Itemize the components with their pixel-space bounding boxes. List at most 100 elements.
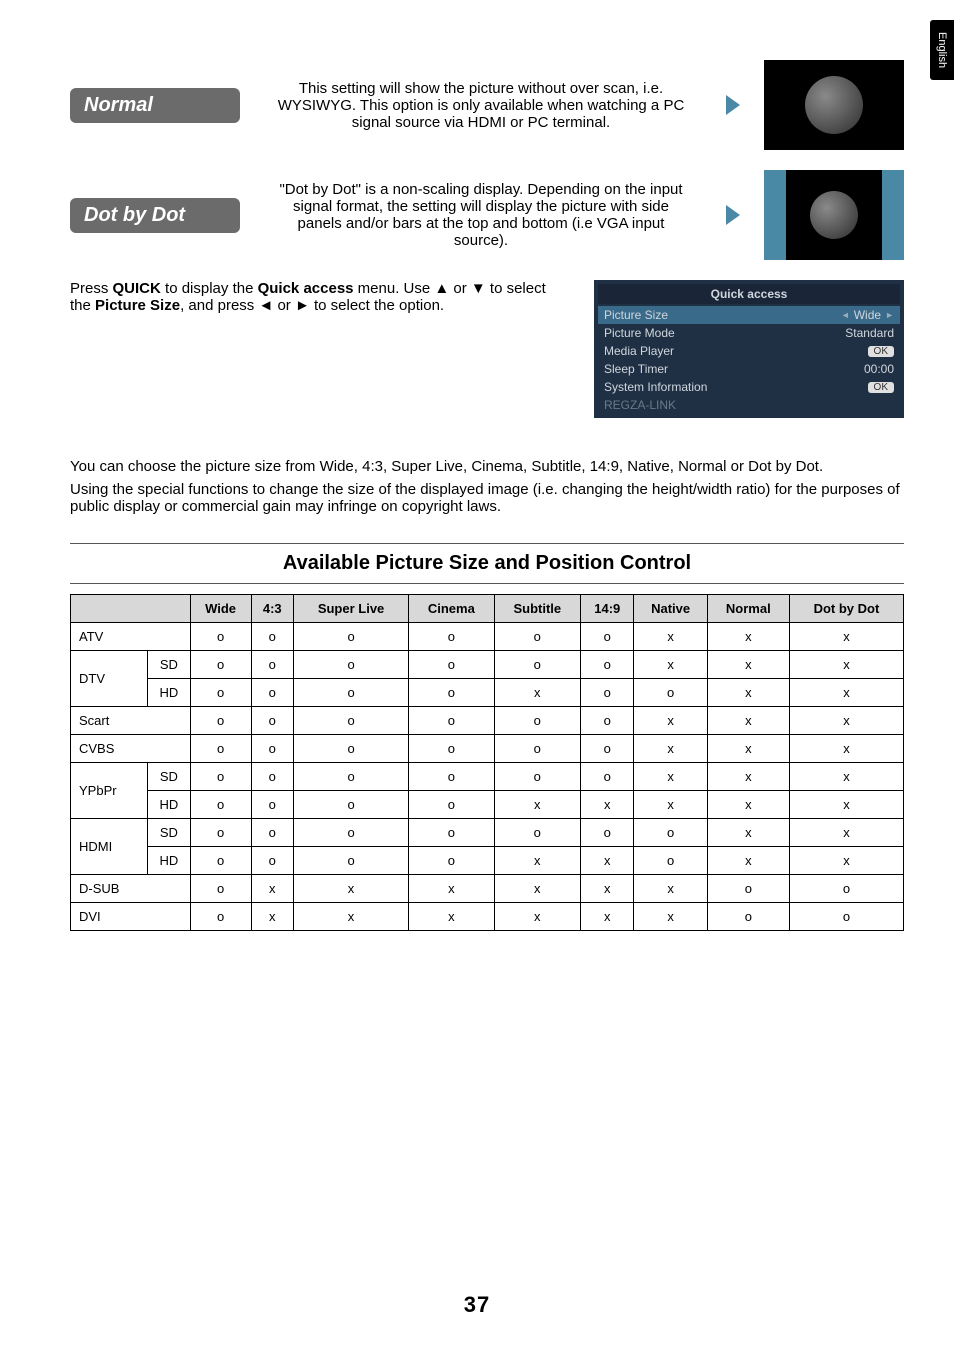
text-bold: Quick access: [258, 280, 354, 297]
cell: o: [293, 819, 408, 847]
cell: o: [494, 763, 580, 791]
page-content: Normal This setting will show the pictur…: [0, 0, 954, 951]
cell: x: [707, 623, 789, 651]
text-frag: to display the: [161, 280, 258, 297]
cell: x: [707, 847, 789, 875]
cell: o: [293, 735, 408, 763]
row-value: 00:00: [864, 362, 894, 376]
panel-row-picture-mode[interactable]: Picture Mode Standard: [598, 324, 900, 342]
ball-icon: [810, 191, 858, 239]
row-label: DTV: [71, 651, 148, 707]
panel-row-sleep-timer[interactable]: Sleep Timer 00:00: [598, 360, 900, 378]
cell: o: [409, 707, 494, 735]
cell: x: [634, 735, 707, 763]
cell: o: [293, 763, 408, 791]
cell: o: [634, 847, 707, 875]
text-frag: , and press ◄ or ► to select the option.: [180, 297, 444, 314]
cell: x: [707, 735, 789, 763]
side-bar-left: [764, 170, 786, 260]
cell: o: [409, 623, 494, 651]
cell: o: [581, 623, 634, 651]
mode-desc-normal: This setting will show the picture witho…: [260, 80, 702, 131]
cell: o: [494, 651, 580, 679]
mode-desc-dotbydot: "Dot by Dot" is a non-scaling display. D…: [260, 181, 702, 249]
th: 4:3: [251, 595, 293, 623]
cell: x: [293, 875, 408, 903]
row-label: Media Player: [604, 344, 674, 358]
row-sublabel: SD: [148, 819, 190, 847]
cell: o: [581, 651, 634, 679]
cell: o: [190, 763, 251, 791]
quick-access-panel: Quick access Picture Size ◄ Wide ► Pictu…: [594, 280, 904, 418]
cell: o: [190, 875, 251, 903]
row-label: YPbPr: [71, 763, 148, 819]
th: 14:9: [581, 595, 634, 623]
ok-badge: OK: [868, 382, 894, 393]
cell: o: [494, 735, 580, 763]
row-label: REGZA-LINK: [604, 398, 676, 412]
panel-title: Quick access: [598, 284, 900, 304]
cell: x: [789, 679, 903, 707]
preview-normal: [764, 60, 904, 150]
cell: x: [494, 903, 580, 931]
arrow-icon: [726, 95, 740, 115]
ok-badge: OK: [868, 346, 894, 357]
row-value: Standard: [845, 326, 894, 340]
panel-row-system-info[interactable]: System Information OK: [598, 378, 900, 396]
cell: x: [494, 679, 580, 707]
row-label: Sleep Timer: [604, 362, 668, 376]
language-tab: English: [930, 20, 954, 80]
cell: o: [293, 679, 408, 707]
cell: x: [707, 651, 789, 679]
row-label: HDMI: [71, 819, 148, 875]
panel-row-picture-size[interactable]: Picture Size ◄ Wide ►: [598, 306, 900, 324]
row-sublabel: SD: [148, 763, 190, 791]
quick-access-section: Press QUICK to display the Quick access …: [70, 280, 904, 418]
cell: x: [789, 707, 903, 735]
row-sublabel: SD: [148, 651, 190, 679]
cell: o: [634, 679, 707, 707]
cell: x: [494, 875, 580, 903]
cell: o: [581, 679, 634, 707]
cell: x: [789, 763, 903, 791]
row-sublabel: HD: [148, 679, 190, 707]
mode-row-dotbydot: Dot by Dot "Dot by Dot" is a non-scaling…: [70, 170, 904, 260]
cell: o: [707, 875, 789, 903]
cell: o: [190, 847, 251, 875]
cell: o: [581, 735, 634, 763]
table-row: YPbPrSDooooooxxx: [71, 763, 904, 791]
row-value: Wide: [854, 308, 881, 322]
mode-label-normal: Normal: [70, 88, 240, 123]
mode-label-dotbydot: Dot by Dot: [70, 198, 240, 233]
cell: o: [707, 903, 789, 931]
cell: o: [190, 819, 251, 847]
cell: x: [634, 903, 707, 931]
cell: x: [581, 791, 634, 819]
row-label: Picture Mode: [604, 326, 675, 340]
cell: o: [251, 791, 293, 819]
cell: o: [409, 679, 494, 707]
cell: o: [251, 679, 293, 707]
row-label: System Information: [604, 380, 707, 394]
cell: o: [409, 819, 494, 847]
paragraph: Using the special functions to change th…: [70, 481, 904, 515]
left-arrow-icon[interactable]: ◄: [841, 310, 850, 320]
cell: x: [251, 903, 293, 931]
th-blank: [71, 595, 191, 623]
cell: x: [789, 651, 903, 679]
quick-access-text: Press QUICK to display the Quick access …: [70, 280, 564, 314]
cell: o: [251, 763, 293, 791]
cell: o: [581, 763, 634, 791]
row-sublabel: HD: [148, 791, 190, 819]
panel-row-media-player[interactable]: Media Player OK: [598, 342, 900, 360]
th: Normal: [707, 595, 789, 623]
cell: x: [494, 791, 580, 819]
cell: x: [707, 791, 789, 819]
cell: x: [789, 735, 903, 763]
cell: o: [251, 819, 293, 847]
table-row: DVIoxxxxxxoo: [71, 903, 904, 931]
cell: o: [190, 903, 251, 931]
table-row: HDooooxooxx: [71, 679, 904, 707]
cell: o: [190, 735, 251, 763]
right-arrow-icon[interactable]: ►: [885, 310, 894, 320]
